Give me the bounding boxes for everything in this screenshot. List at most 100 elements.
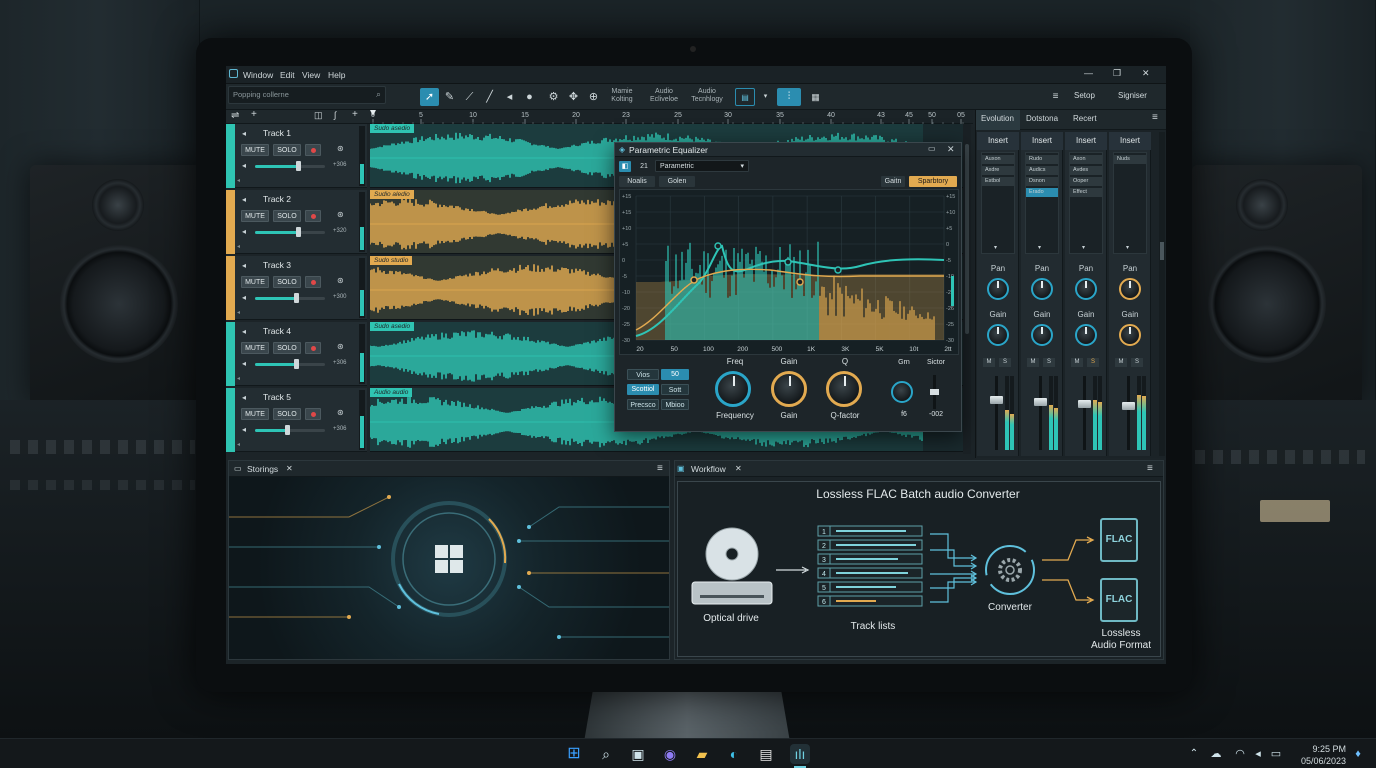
gain-knob[interactable] [987, 324, 1009, 346]
volume-icon[interactable]: ◂ [1248, 744, 1268, 764]
track-header[interactable]: ◂ Track 2 MUTE SOLO ⊛ ◂ +320 ◂ [235, 190, 367, 254]
insert-slot[interactable]: Rudo [1026, 155, 1058, 164]
store-icon[interactable]: ▤ [756, 744, 776, 764]
monitor-icon[interactable]: ⊛ [337, 144, 344, 153]
solo-button[interactable]: S [1131, 358, 1143, 367]
insert-slot[interactable]: Effect [1070, 188, 1102, 197]
mute-button[interactable]: MUTE [241, 276, 269, 288]
storings-tab[interactable]: ▭ Storings ✕ ≡ [229, 461, 669, 477]
search-icon[interactable]: ⌕ [596, 744, 616, 764]
channel-fader-track[interactable] [1122, 376, 1135, 450]
mute-button[interactable]: M [983, 358, 995, 367]
volume-slider[interactable] [255, 359, 325, 369]
crosshair-tool-icon[interactable]: ✥ [564, 88, 583, 106]
gain-knob[interactable] [771, 371, 807, 407]
eq-graph[interactable]: 20 50 100 200 500 1K 3K 5K 10t 2tt +15 +15 +10 +5 0 -5 -… [619, 189, 959, 355]
start-icon[interactable]: ⊞ [564, 744, 584, 764]
insert-header[interactable]: Insert [1065, 132, 1107, 150]
mute-button[interactable]: M [1115, 358, 1127, 367]
channel-fader-track[interactable] [990, 376, 1003, 450]
mute-button[interactable]: MUTE [241, 342, 269, 354]
record-button[interactable] [305, 276, 321, 288]
speaker-icon[interactable]: ◂ [242, 327, 246, 336]
channel-fader-handle[interactable] [1078, 400, 1091, 408]
daw-app-icon[interactable]: ılı [790, 744, 810, 764]
battery-icon[interactable]: ▭ [1266, 744, 1286, 764]
output-fader-handle[interactable] [930, 389, 939, 395]
solo-button[interactable]: SOLO [273, 276, 301, 288]
monitor-icon[interactable]: ⊛ [337, 276, 344, 285]
speaker-icon[interactable]: ◂ [242, 195, 246, 204]
pencil-tool-icon[interactable]: ✎ [440, 88, 459, 106]
solo-button[interactable]: S [999, 358, 1011, 367]
mute-button[interactable]: M [1071, 358, 1083, 367]
record-button[interactable] [305, 408, 321, 420]
curve-icon[interactable]: ∫ [334, 110, 336, 120]
brush-tool-icon[interactable]: ╱ [480, 88, 499, 106]
eq-mode-button[interactable]: Mbioo [661, 399, 689, 410]
insert-header[interactable]: Insert [1021, 132, 1063, 150]
insert-slot[interactable]: Estbol [982, 177, 1014, 186]
toolbar-label-2[interactable]: Audio Ecliveloe [646, 88, 682, 104]
tab-evolution-label[interactable]: Evolution [981, 114, 1014, 123]
close-icon[interactable]: ✕ [735, 461, 742, 477]
maximize-button[interactable]: ❐ [1113, 68, 1121, 79]
record-button[interactable] [305, 210, 321, 222]
track-header[interactable]: ◂ Track 3 MUTE SOLO ⊛ ◂ +300 ◂ [235, 256, 367, 320]
gain-knob[interactable] [1119, 324, 1141, 346]
record-button[interactable] [305, 144, 321, 156]
tab-dotstona[interactable]: Dotstona [1026, 114, 1058, 123]
wifi-icon[interactable]: ◠ [1230, 744, 1250, 764]
file-explorer-icon[interactable]: ▰ [692, 744, 712, 764]
speaker-icon[interactable]: ◂ [242, 261, 246, 270]
setup-button[interactable]: Setop [1074, 92, 1095, 100]
search-input[interactable]: Popping collerne ⌕ [228, 86, 386, 104]
insert-header[interactable]: Insert [977, 132, 1019, 150]
mute-button[interactable]: MUTE [241, 144, 269, 156]
frequency-knob[interactable] [715, 371, 751, 407]
track-name[interactable]: Track 4 [263, 326, 291, 336]
volume-slider[interactable] [255, 227, 325, 237]
monitor-icon[interactable]: ⊛ [337, 342, 344, 351]
eq-preset-select[interactable]: Parametric ▾ [655, 160, 749, 172]
record-button[interactable] [305, 342, 321, 354]
solo-button[interactable]: S [1087, 358, 1099, 367]
chevron-down-icon[interactable]: ▾ [756, 88, 775, 106]
channel-fader-track[interactable] [1078, 376, 1091, 450]
eq-band-number[interactable]: 21 [637, 161, 651, 172]
layout-icon[interactable]: ◫ [314, 110, 323, 121]
clock[interactable]: 9:25 PM 05/06/2023 [1290, 743, 1346, 767]
volume-slider[interactable] [255, 161, 325, 171]
solo-button[interactable]: SOLO [273, 210, 301, 222]
insert-slot[interactable]: Erado [1026, 188, 1058, 197]
toolbar-label-1[interactable]: Mamie Kolting [607, 88, 637, 104]
pointer-tool-icon[interactable]: ➚ [420, 88, 439, 106]
timeline-scrollbar[interactable] [963, 124, 971, 454]
sign-button[interactable]: Signiser [1118, 92, 1147, 100]
speaker-icon[interactable]: ◂ [242, 129, 246, 138]
channel-fader-track[interactable] [1034, 376, 1047, 450]
insert-slot[interactable]: Dsnon [1026, 177, 1058, 186]
solo-button[interactable]: SOLO [273, 342, 301, 354]
track-header[interactable]: ◂ Track 5 MUTE SOLO ⊛ ◂ +306 ◂ [235, 388, 367, 452]
task-view-icon[interactable]: ▣ [628, 744, 648, 764]
insert-slot[interactable]: Nuds [1114, 155, 1146, 164]
gain-knob[interactable] [1031, 324, 1053, 346]
solo-button[interactable]: SOLO [273, 144, 301, 156]
chevron-down-icon[interactable]: ▾ [1082, 244, 1085, 251]
solo-button[interactable]: S [1043, 358, 1055, 367]
mute-button[interactable]: MUTE [241, 210, 269, 222]
chat-icon[interactable]: ◉ [660, 744, 680, 764]
monitor-icon[interactable]: ⊛ [337, 210, 344, 219]
pan-knob[interactable] [987, 278, 1009, 300]
eq-mode-button[interactable]: 50 [661, 369, 689, 380]
menu-icon[interactable]: ≡ [1046, 88, 1065, 106]
toolbar-label-3[interactable]: Audio Tecnhlogy [688, 88, 726, 104]
mute-button[interactable]: MUTE [241, 408, 269, 420]
insert-slot[interactable]: Axon [1070, 155, 1102, 164]
view-toggle-icon[interactable]: ▤ [735, 88, 755, 106]
close-icon[interactable]: ✕ [286, 461, 293, 477]
browser-icon[interactable]: ◐ [724, 744, 744, 764]
output-knob[interactable] [891, 381, 913, 403]
insert-slot[interactable]: Axdre [982, 166, 1014, 175]
